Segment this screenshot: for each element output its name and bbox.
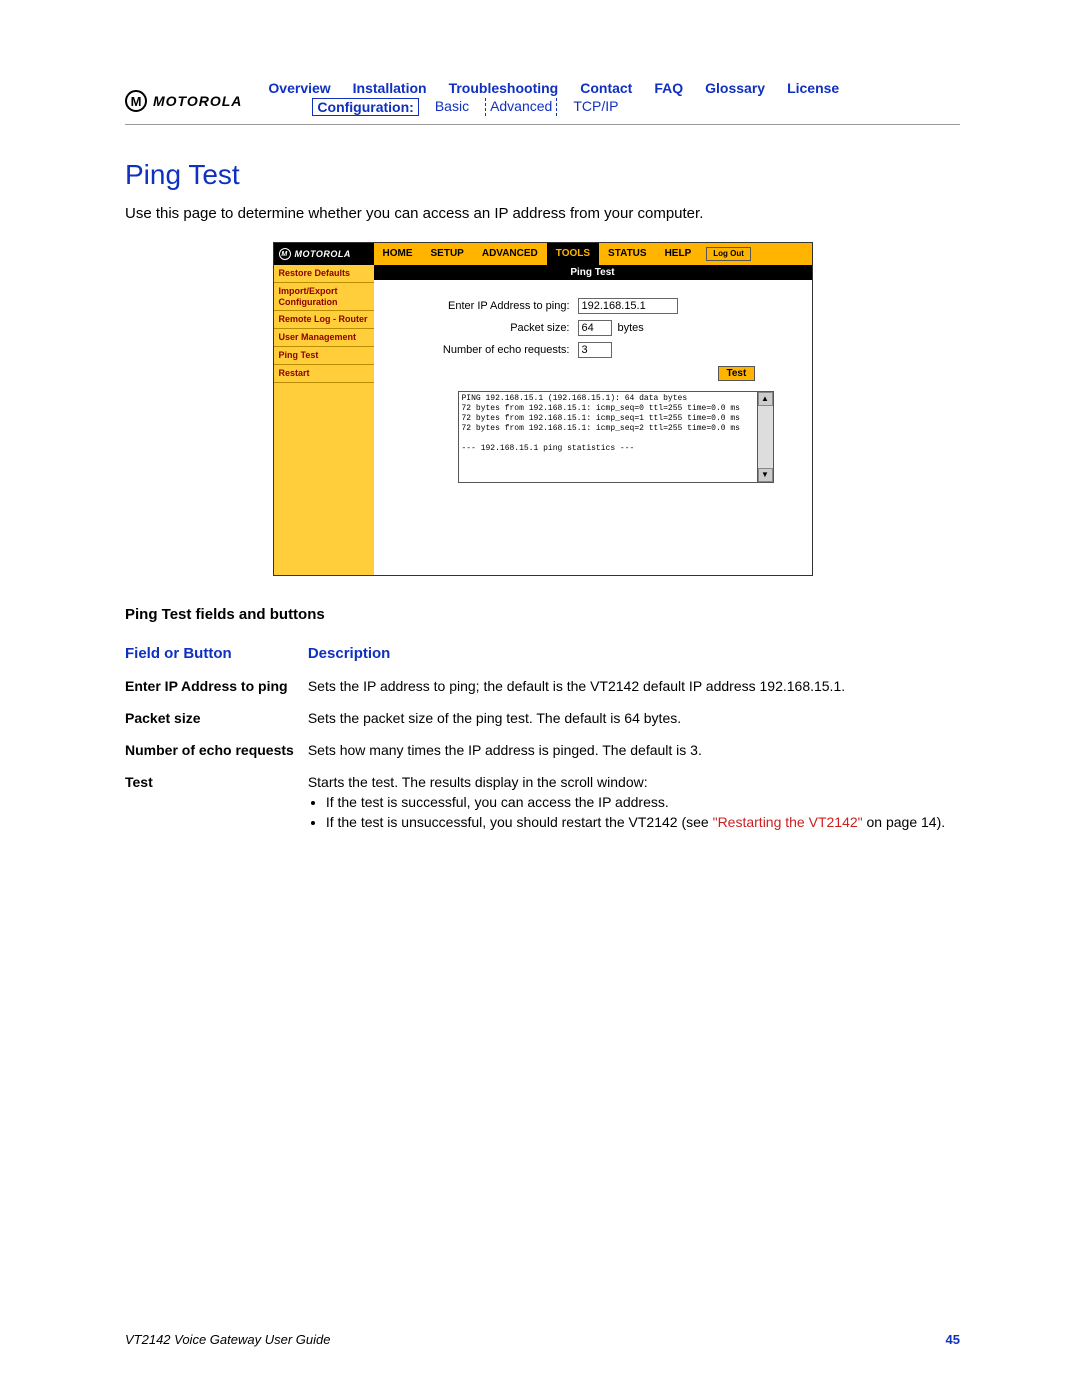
field-name: Test [125,768,308,844]
tab-home[interactable]: HOME [374,243,422,265]
field-name: Packet size [125,704,308,736]
motorola-icon: M [125,90,147,112]
ip-input[interactable] [578,298,678,314]
nav-faq[interactable]: FAQ [654,80,683,96]
field-desc: Sets the packet size of the ping test. T… [308,704,960,736]
router-sidebar: Restore Defaults Import/Export Configura… [274,265,374,575]
tab-help[interactable]: HELP [656,243,701,265]
motorola-icon: M [279,248,291,260]
field-desc: Starts the test. The results display in … [308,768,960,844]
nav-secondary: Configuration: Basic Advanced TCP/IP [312,98,960,116]
tab-tools[interactable]: TOOLS [547,243,599,265]
nav-primary: Overview Installation Troubleshooting Co… [268,80,960,96]
router-logo-text: MOTOROLA [295,249,351,259]
sidebar-item-restore-defaults[interactable]: Restore Defaults [274,265,374,283]
col-field: Field or Button [125,639,308,672]
table-row: Enter IP Address to ping Sets the IP add… [125,672,960,704]
footer-page-number: 45 [946,1332,960,1347]
echo-requests-label: Number of echo requests: [388,344,578,356]
nav-configuration-label: Configuration: [312,98,418,116]
intro-text: Use this page to determine whether you c… [125,205,960,222]
packet-size-label: Packet size: [388,322,578,334]
nav-installation[interactable]: Installation [353,80,427,96]
echo-requests-input[interactable] [578,342,612,358]
router-logo: M MOTOROLA [274,243,374,265]
section-heading: Ping Test fields and buttons [125,606,960,623]
nav-license[interactable]: License [787,80,839,96]
field-desc: Sets how many times the IP address is pi… [308,736,960,768]
restart-reference-link[interactable]: "Restarting the VT2142" [713,814,863,830]
table-row: Number of echo requests Sets how many ti… [125,736,960,768]
router-screenshot: M MOTOROLA HOME SETUP ADVANCED TOOLS STA… [273,242,813,576]
tab-setup[interactable]: SETUP [422,243,473,265]
test-desc-lead: Starts the test. The results display in … [308,774,648,790]
sidebar-item-restart[interactable]: Restart [274,365,374,383]
router-banner: Ping Test [374,265,812,280]
field-name: Enter IP Address to ping [125,672,308,704]
nav-overview[interactable]: Overview [268,80,330,96]
test-bullet-fail: If the test is unsuccessful, you should … [326,814,946,830]
test-button[interactable]: Test [718,366,756,381]
fields-table: Field or Button Description Enter IP Add… [125,639,960,844]
bytes-label: bytes [618,322,644,334]
sidebar-item-ping-test[interactable]: Ping Test [274,347,374,365]
brand-logo: M MOTOROLA [125,90,242,112]
ip-label: Enter IP Address to ping: [388,300,578,312]
nav-advanced[interactable]: Advanced [485,98,557,116]
brand-text: MOTOROLA [153,93,242,109]
sidebar-item-user-management[interactable]: User Management [274,329,374,347]
field-name: Number of echo requests [125,736,308,768]
logout-button[interactable]: Log Out [706,247,751,261]
table-row: Test Starts the test. The results displa… [125,768,960,844]
ping-results-output: PING 192.168.15.1 (192.168.15.1): 64 dat… [458,391,758,483]
packet-size-input[interactable] [578,320,612,336]
nav-troubleshooting[interactable]: Troubleshooting [449,80,559,96]
table-row: Packet size Sets the packet size of the … [125,704,960,736]
scrollbar[interactable]: ▲ ▼ [758,391,774,483]
sidebar-item-remote-log[interactable]: Remote Log - Router [274,311,374,329]
nav-contact[interactable]: Contact [580,80,632,96]
test-bullet-fail-a: If the test is unsuccessful, you should … [326,814,713,830]
nav-glossary[interactable]: Glossary [705,80,765,96]
scroll-up-icon[interactable]: ▲ [758,392,773,406]
field-desc: Sets the IP address to ping; the default… [308,672,960,704]
footer-guide-title: VT2142 Voice Gateway User Guide [125,1332,330,1347]
test-bullet-fail-b: on page 14). [863,814,946,830]
scroll-down-icon[interactable]: ▼ [758,468,773,482]
tab-status[interactable]: STATUS [599,243,656,265]
test-bullet-success: If the test is successful, you can acces… [326,794,946,810]
page-title: Ping Test [125,159,960,191]
sidebar-item-import-export[interactable]: Import/Export Configuration [274,283,374,312]
nav-tcpip[interactable]: TCP/IP [573,98,618,116]
nav-basic[interactable]: Basic [435,98,469,116]
col-description: Description [308,639,960,672]
tab-advanced[interactable]: ADVANCED [473,243,547,265]
